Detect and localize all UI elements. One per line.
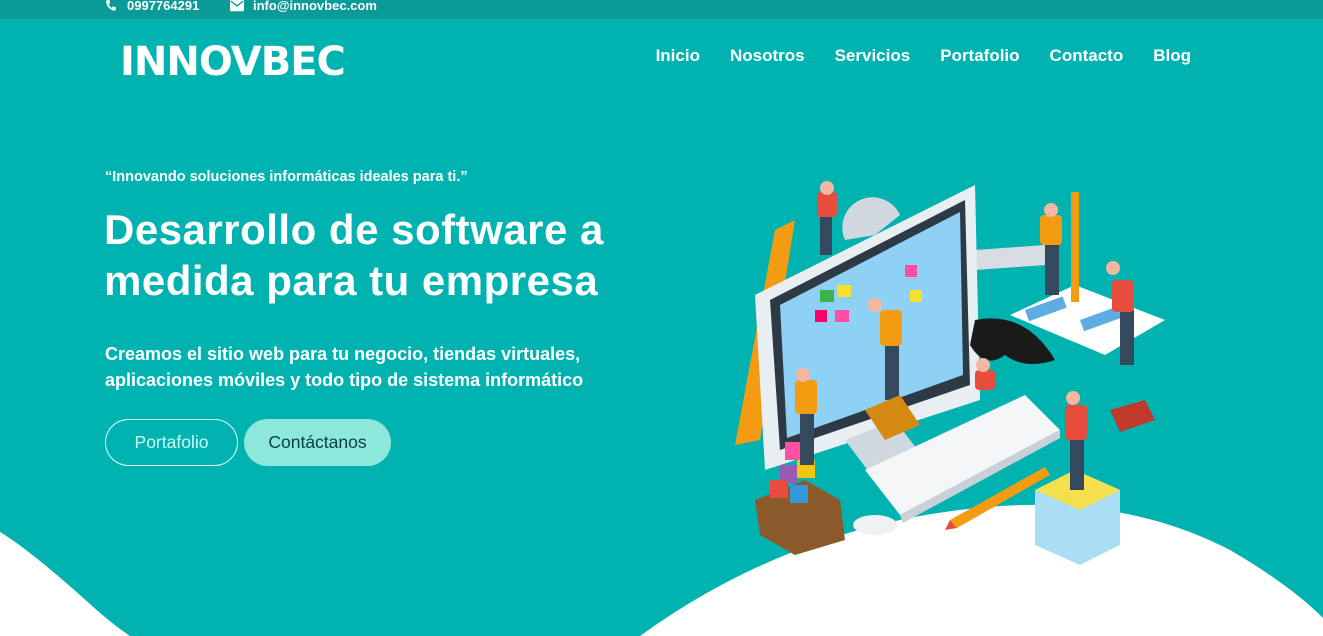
- portfolio-button[interactable]: Portafolio: [105, 419, 238, 466]
- envelope-icon: [230, 0, 244, 12]
- nav-item-blog[interactable]: Blog: [1153, 46, 1191, 66]
- hero-headline: Desarrollo de software a medida para tu …: [104, 206, 604, 304]
- contact-button[interactable]: Contáctanos: [244, 419, 391, 466]
- top-contact-bar: 0997764291 info@innovbec.com: [0, 0, 1323, 19]
- email-contact[interactable]: info@innovbec.com: [230, 0, 377, 13]
- logo-text: INNOVBEC: [120, 39, 346, 85]
- main-nav: Inicio Nosotros Servicios Portafolio Con…: [656, 46, 1191, 66]
- nav-item-servicios[interactable]: Servicios: [835, 46, 911, 66]
- nav-item-contacto[interactable]: Contacto: [1050, 46, 1124, 66]
- phone-contact[interactable]: 0997764291: [104, 0, 199, 13]
- brand-logo[interactable]: INNOVBEC: [120, 39, 346, 85]
- hero-subtitle: Creamos el sitio web para tu negocio, ti…: [105, 344, 584, 390]
- nav-item-inicio[interactable]: Inicio: [656, 46, 700, 66]
- hero-tagline: “Innovando soluciones informáticas ideal…: [105, 169, 468, 185]
- nav-item-nosotros[interactable]: Nosotros: [730, 46, 805, 66]
- phone-number: 0997764291: [127, 0, 200, 13]
- phone-icon: [106, 0, 116, 11]
- nav-item-portafolio[interactable]: Portafolio: [940, 46, 1019, 66]
- hero-illustration: [735, 181, 1165, 565]
- email-address: info@innovbec.com: [253, 0, 377, 13]
